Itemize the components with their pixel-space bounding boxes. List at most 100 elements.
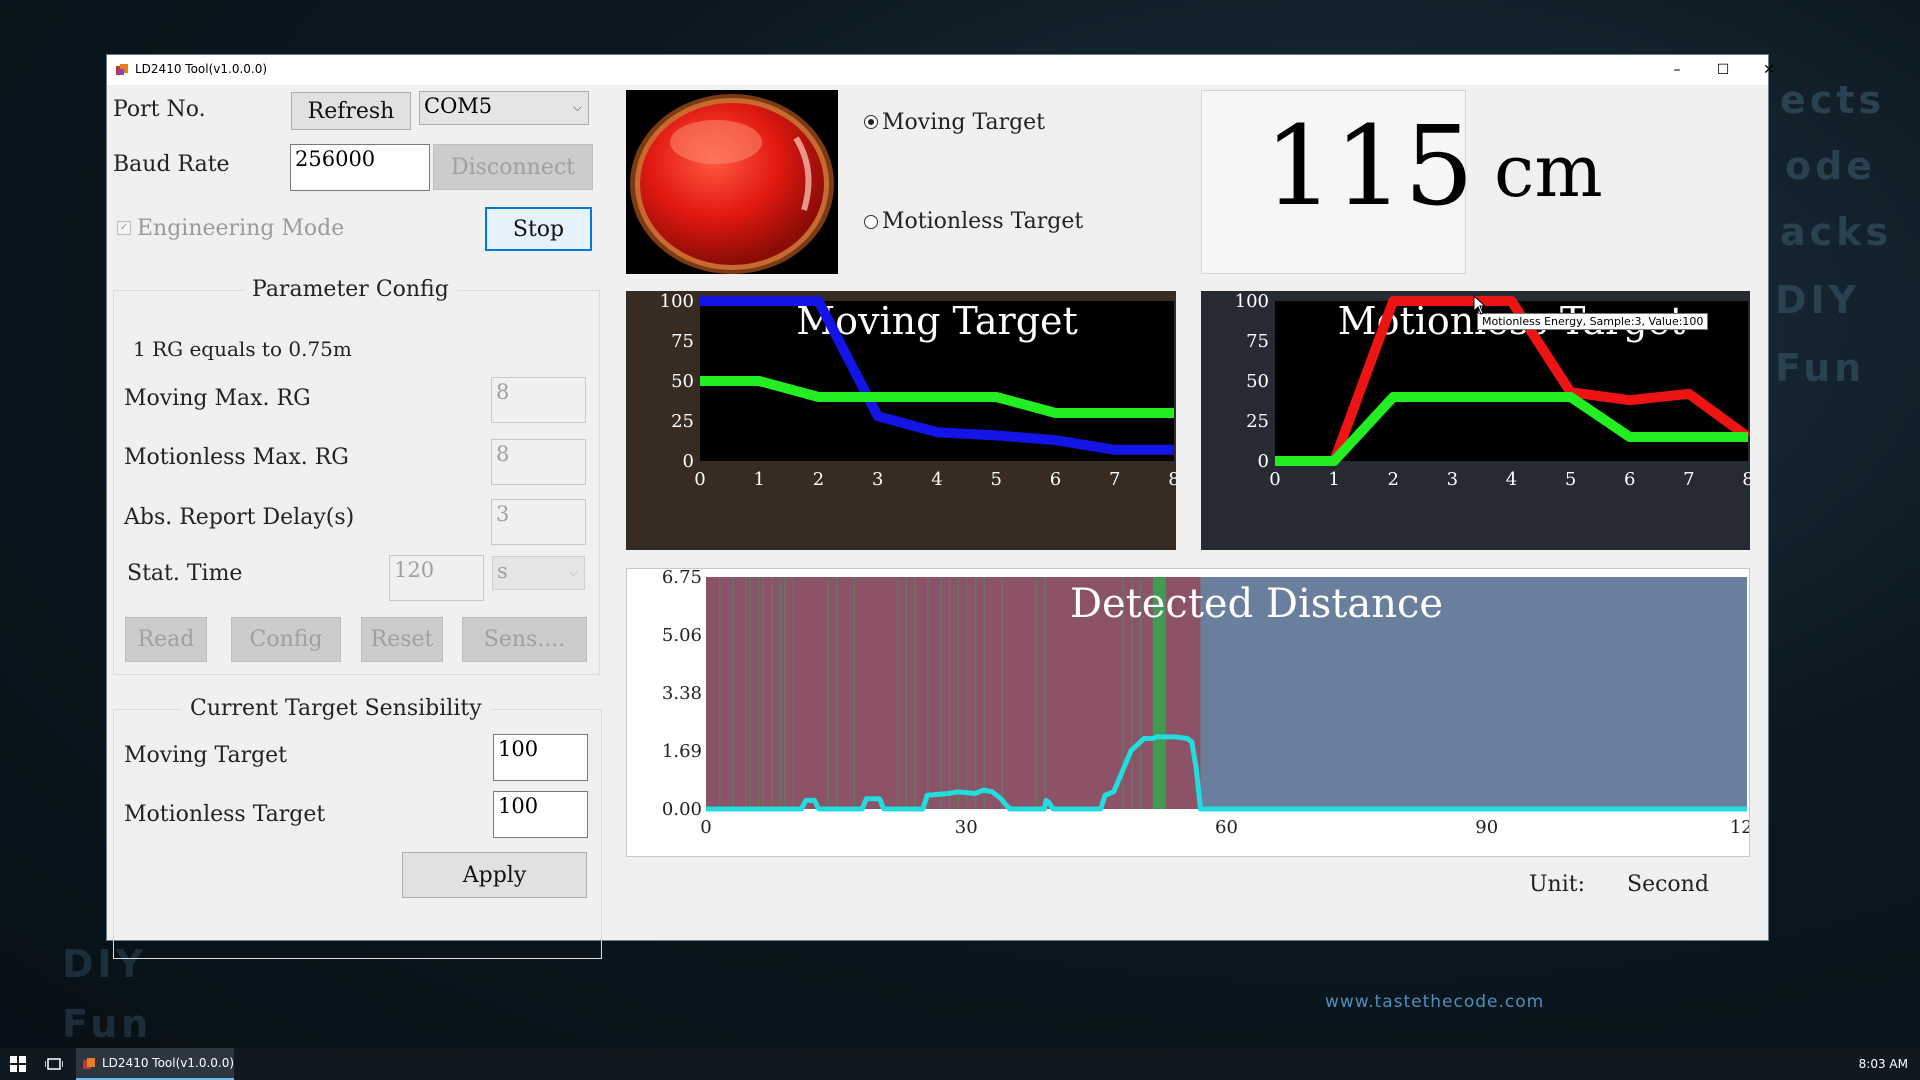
y-tick-label: 25 (1246, 411, 1269, 432)
state-stripe (771, 577, 773, 809)
maximize-button[interactable]: ☐ (1700, 55, 1746, 85)
chart-title: Detected Distance (1070, 581, 1443, 627)
taskbar-app-label: LD2410 Tool(v1.0.0.0) (102, 1056, 235, 1070)
background-text: acks (1780, 210, 1893, 254)
port-select[interactable]: COM5 ⌵ (419, 91, 589, 125)
close-button[interactable]: ✕ (1746, 55, 1792, 85)
reset-button[interactable]: Reset (361, 617, 443, 662)
baud-label: Baud Rate (113, 152, 230, 177)
x-tick-label: 8 (1168, 469, 1176, 490)
y-tick-label: 6.75 (662, 569, 702, 588)
state-stripe (966, 577, 968, 809)
state-stripe (827, 577, 829, 809)
background-text: ects (1780, 78, 1886, 122)
chevron-down-icon: ⌵ (572, 100, 582, 114)
stop-button[interactable]: Stop (485, 207, 592, 251)
moving-target-radio[interactable] (864, 115, 878, 129)
background-text: Fun (62, 1002, 153, 1046)
moving-max-rg-label: Moving Max. RG (124, 386, 311, 411)
state-stripe (745, 577, 747, 809)
stat-time-input[interactable]: 120 (389, 555, 484, 601)
x-tick-label: 1 (754, 469, 765, 490)
state-stripe (957, 577, 960, 809)
state-stripe (853, 577, 855, 809)
state-stripe (905, 577, 908, 809)
refresh-button[interactable]: Refresh (291, 92, 411, 130)
chart-tooltip: Motionless Energy, Sample:3, Value:100 (1477, 313, 1709, 330)
sens-motionless-input[interactable]: 100 (493, 791, 588, 838)
moving-target-chart: 100 75 50 25 0 0 1 2 3 4 5 6 7 8 Moving Target (626, 291, 1180, 550)
background-text: Fun (1775, 346, 1866, 390)
state-stripe (974, 577, 977, 809)
disconnect-button[interactable]: Disconnect (433, 144, 593, 190)
apply-button[interactable]: Apply (402, 852, 587, 898)
y-tick-label: 100 (660, 291, 694, 312)
task-view-icon[interactable] (45, 1056, 63, 1072)
y-tick-label: 1.69 (662, 741, 702, 762)
y-tick-label: 5.06 (662, 625, 702, 646)
rg-note: 1 RG equals to 0.75m (133, 337, 352, 361)
x-tick-label: 6 (1624, 469, 1635, 490)
state-stripe (749, 577, 751, 809)
state-stripe (762, 577, 764, 809)
unit-value: Second (1627, 872, 1709, 897)
motionless-target-radio[interactable] (864, 215, 878, 229)
state-stripe (927, 577, 929, 809)
moving-max-rg-input[interactable]: 8 (491, 377, 586, 423)
radio-dot-icon (868, 119, 874, 125)
x-tick-label: 7 (1683, 469, 1694, 490)
sens-moving-label: Moving Target (124, 743, 288, 768)
window-title: LD2410 Tool(v1.0.0.0) (135, 62, 268, 76)
read-button[interactable]: Read (125, 617, 207, 662)
indicator-light-icon (630, 94, 834, 274)
windows-start-icon[interactable] (10, 1056, 26, 1072)
state-stripe (896, 577, 899, 809)
x-tick-label: 5 (1565, 469, 1576, 490)
config-button[interactable]: Config (231, 617, 341, 662)
sens-moving-input[interactable]: 100 (493, 734, 588, 781)
chevron-down-icon: ⌵ (568, 565, 578, 579)
port-label: Port No. (113, 97, 206, 122)
y-tick-label: 0 (683, 451, 694, 472)
x-tick-label: 120 (1730, 817, 1749, 838)
state-stripe (836, 577, 838, 809)
engineering-mode-checkbox[interactable]: ✓ (117, 221, 131, 235)
parameter-config-title: Parameter Config (244, 277, 457, 302)
stat-time-label: Stat. Time (127, 561, 243, 586)
y-tick-label: 3.38 (662, 683, 702, 704)
baud-rate-input[interactable]: 256000 (290, 144, 430, 191)
minimize-button[interactable]: – (1654, 55, 1700, 85)
stat-time-unit-select[interactable]: s ⌵ (492, 556, 585, 590)
x-tick-label: 6 (1050, 469, 1061, 490)
sensibility-title: Current Target Sensibility (182, 696, 490, 721)
report-delay-input[interactable]: 3 (491, 499, 586, 545)
app-icon (83, 1058, 95, 1069)
state-stripe (779, 577, 782, 809)
x-tick-label: 8 (1742, 469, 1750, 490)
state-stripe (758, 577, 760, 809)
sens-button[interactable]: Sens.... (462, 617, 587, 662)
x-tick-label: 1 (1328, 469, 1339, 490)
state-stripe (719, 577, 721, 809)
moving-target-radio-label: Moving Target (882, 110, 1046, 135)
motionless-max-rg-input[interactable]: 8 (491, 439, 586, 485)
y-tick-label: 100 (1235, 291, 1269, 312)
mouse-cursor-icon (1473, 295, 1485, 315)
taskbar-clock: 8:03 AM (1858, 1057, 1908, 1071)
state-stripe (940, 577, 942, 809)
x-tick-label: 3 (872, 469, 883, 490)
state-stripe (1044, 577, 1046, 809)
x-tick-label: 60 (1215, 817, 1238, 838)
taskbar: LD2410 Tool(v1.0.0.0) 8:03 AM (0, 1048, 1920, 1080)
y-tick-label: 75 (1246, 331, 1269, 352)
x-tick-label: 7 (1109, 469, 1120, 490)
taskbar-app-item[interactable]: LD2410 Tool(v1.0.0.0) (76, 1048, 234, 1080)
distance-value: 115 (1264, 102, 1474, 230)
detected-distance-chart: 6.75 5.06 3.38 1.69 0.000 30 60 90 120 Detected D… (626, 567, 1764, 857)
detected-distance-chart-svg: 6.75 5.06 3.38 1.69 0.000 30 60 90 120 Detected D… (662, 567, 1764, 838)
state-stripe (784, 577, 786, 809)
moving-target-chart-svg: 10075502500 1 2 3 4 5 6 7 8Moving Target (660, 291, 1180, 490)
title-bar[interactable]: LD2410 Tool(v1.0.0.0) – ☐ ✕ (107, 55, 1775, 85)
distance-readout-box: 115 (1201, 90, 1474, 274)
y-tick-label: 25 (671, 411, 694, 432)
